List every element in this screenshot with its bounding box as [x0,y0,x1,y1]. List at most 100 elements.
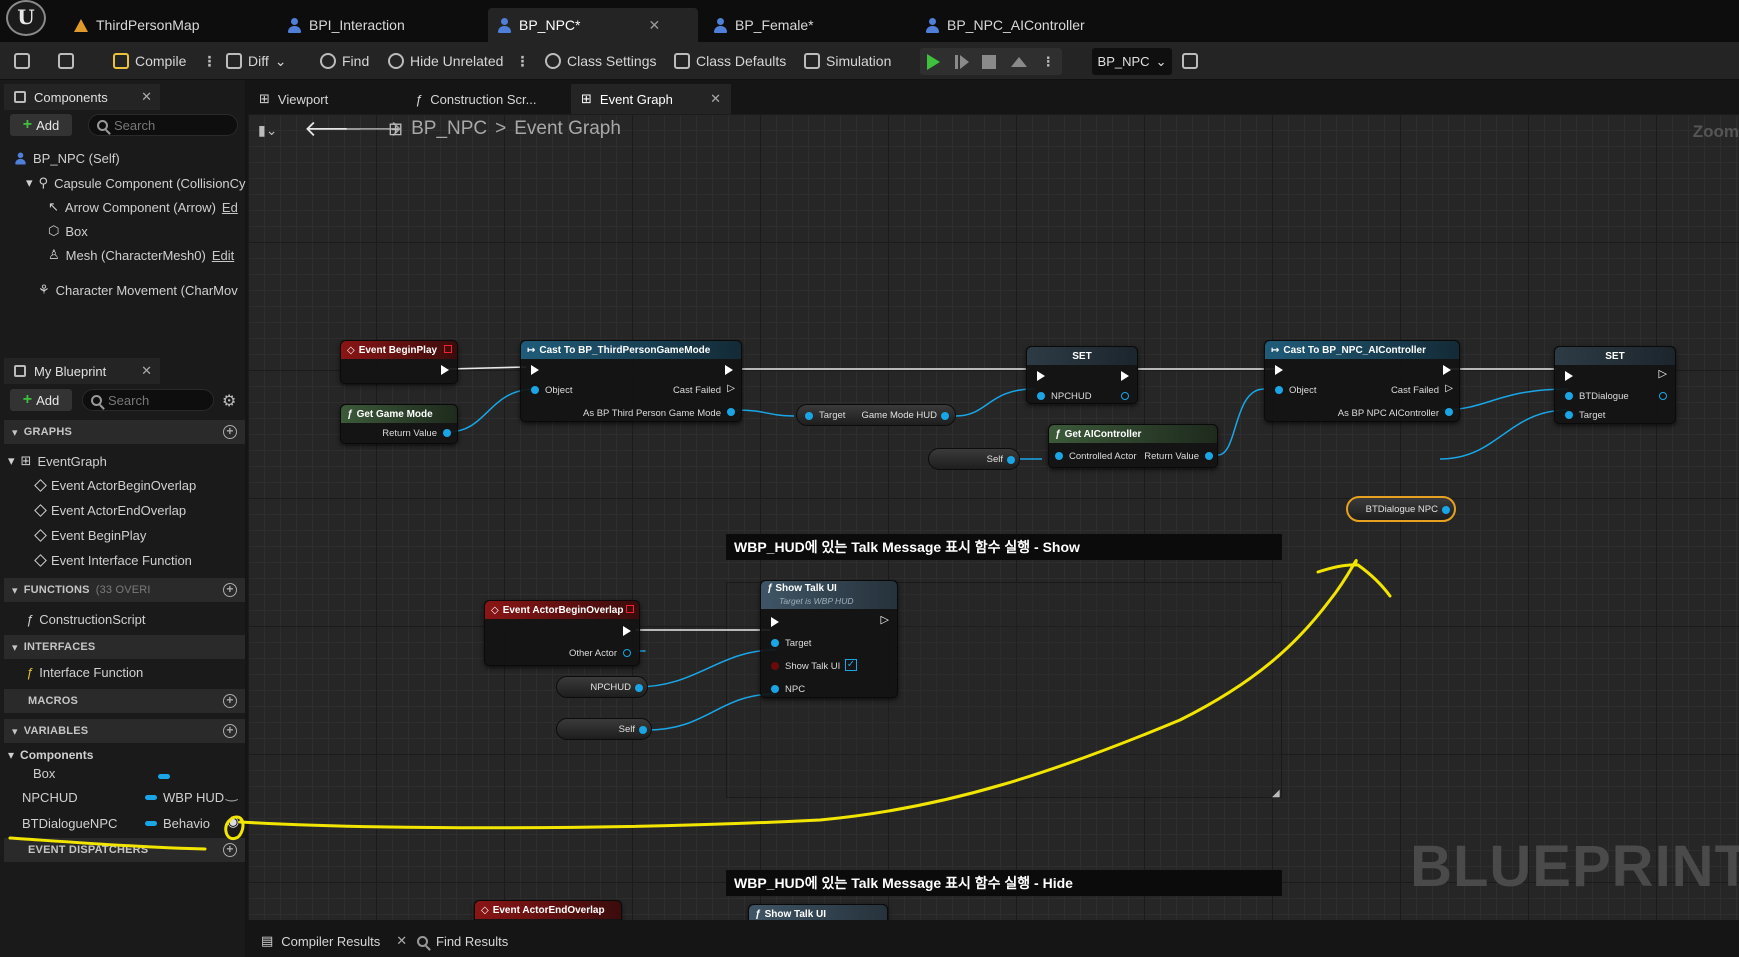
section-event-dispatchers[interactable]: EVENT DISPATCHERS + [4,838,245,862]
exec-out-pin[interactable]: ▷ [881,613,889,626]
event-graph-canvas[interactable]: ▮⌄ 🡐 🡒 ⊞ BP_NPC > Event Graph Zoom WBP_H… [248,114,1739,920]
object-pin[interactable] [531,386,539,394]
delegate-pin[interactable] [626,605,634,613]
exec-hollow-pin[interactable]: ▷ [727,383,735,394]
eject-icon[interactable] [1011,56,1028,67]
exec-out-pin[interactable] [441,365,449,375]
class-defaults-button[interactable]: Class Defaults [674,48,786,74]
exec-in-pin[interactable] [1037,371,1045,381]
return-value-pin[interactable] [443,429,451,437]
class-settings-button[interactable]: Class Settings [545,48,656,74]
tab-bp-npc-aicontroller[interactable]: BP_NPC_AIController [916,8,1095,42]
gear-icon[interactable]: ⚙ [222,391,236,411]
section-macros[interactable]: MACROS + [4,689,245,713]
add-function-icon[interactable]: + [223,583,237,597]
npchud-in-pin[interactable] [1037,392,1045,400]
interface-item[interactable]: ƒ Interface Function [26,665,143,680]
compile-button[interactable]: Compile ⋮ [113,48,216,74]
tab-compiler-results[interactable]: ▤ Compiler Results ✕ [251,925,417,957]
edit-link[interactable]: Ed [222,200,238,215]
section-graphs[interactable]: ▾ GRAPHS + [4,420,245,444]
graph-item-actor-begin-overlap[interactable]: Event ActorBeginOverlap [34,478,196,493]
component-character-movement[interactable]: ⚘ Character Movement (CharMov [38,282,238,298]
graph-item-eventgraph[interactable]: ▾ ⊞ EventGraph [8,453,107,469]
component-arrow[interactable]: ↖ Arrow Component (Arrow) Ed [48,199,238,215]
component-mesh[interactable]: ♙ Mesh (CharacterMesh0) Edit [48,247,234,263]
self-pin[interactable] [1007,456,1015,464]
more-options-icon[interactable]: ⋮ [515,53,529,70]
add-macro-icon[interactable]: + [223,694,237,708]
comment-header-hide[interactable]: WBP_HUD에 있는 Talk Message 표시 함수 실행 - Hide [726,870,1282,896]
browse-button[interactable] [58,48,74,74]
variable-group-components[interactable]: ▾ Components [8,748,93,762]
section-variables[interactable]: ▾ VARIABLES + [4,719,245,743]
components-search-input[interactable]: Search [88,114,238,136]
other-actor-pin[interactable] [623,649,631,657]
exec-in-pin[interactable] [1565,371,1573,381]
components-panel-tab[interactable]: Components ✕ [4,84,160,110]
node-event-actor-end-overlap[interactable]: ◇ Event ActorEndOverlap [474,900,622,920]
self-pin[interactable] [639,726,647,734]
simulation-button[interactable]: Simulation [804,48,891,74]
node-event-actor-begin-overlap[interactable]: ◇ Event ActorBeginOverlap Other Actor [484,600,640,666]
close-icon[interactable]: ✕ [396,933,407,949]
diff-button[interactable]: Diff ⌄ [226,48,286,74]
variable-box[interactable]: Box [33,766,55,781]
return-value-pin[interactable] [1205,452,1213,460]
eye-closed-icon[interactable]: ‿ [226,785,237,802]
node-cast-to-aicontroller[interactable]: ↦ Cast To BP_NPC_AIController Object Cas… [1264,340,1460,422]
exec-hollow-pin[interactable]: ▷ [1445,383,1453,394]
add-dispatcher-icon[interactable]: + [223,843,237,857]
checkbox-icon[interactable]: ✓ [845,659,857,671]
target-pin[interactable] [771,639,779,647]
exec-out-pin[interactable] [1443,365,1451,375]
bookmark-icon[interactable]: ▮⌄ [258,122,277,139]
my-blueprint-search-input[interactable]: Search [82,389,214,411]
npchud-pin[interactable] [635,684,643,692]
node-event-begin-play[interactable]: ◇ Event BeginPlay [340,340,458,384]
graph-item-begin-play[interactable]: Event BeginPlay [34,528,146,543]
tab-third-person-map[interactable]: ThirdPersonMap [64,8,210,42]
controlled-actor-pin[interactable] [1055,452,1063,460]
debug-object-select[interactable]: BP_NPC ⌄ [1092,48,1172,75]
exec-out-pin[interactable]: ▷ [1659,367,1667,380]
tab-viewport[interactable]: ⊞ Viewport [249,84,338,114]
npchud-out-pin[interactable] [1121,392,1129,400]
as-gamemode-pin[interactable] [727,408,735,416]
tab-bpi-interaction[interactable]: BPI_Interaction [278,8,415,42]
node-get-aicontroller[interactable]: ƒ Get AIController Controlled Actor Retu… [1048,424,1218,468]
section-functions[interactable]: ▾ FUNCTIONS (33 OVERI + [4,578,245,602]
exec-in-pin[interactable] [771,617,779,627]
tab-construction-script[interactable]: ƒ Construction Scr... [405,84,546,114]
variable-btdialoguenpc[interactable]: BTDialogueNPC [22,816,117,831]
node-get-npchud[interactable]: NPCHUD [556,676,648,698]
close-icon[interactable]: ✕ [141,363,152,379]
node-self-2[interactable]: Self [556,718,652,740]
delegate-pin[interactable] [444,345,452,353]
my-blueprint-panel-tab[interactable]: My Blueprint ✕ [4,358,160,384]
tab-bp-female[interactable]: BP_Female* [704,8,824,42]
add-component-button[interactable]: + Add [10,114,72,136]
step-icon[interactable] [954,54,969,69]
section-interfaces[interactable]: ▾ INTERFACES [4,635,245,659]
exec-out-pin[interactable] [623,626,631,636]
debug-browse-button[interactable] [1182,48,1198,74]
close-icon[interactable]: ✕ [710,91,721,107]
component-self[interactable]: BP_NPC (Self) [14,151,120,166]
add-variable-icon[interactable]: + [223,724,237,738]
as-aicontroller-pin[interactable] [1445,408,1453,416]
breadcrumb-root[interactable]: BP_NPC [411,118,487,140]
play-options-icon[interactable]: ⋮ [1042,54,1055,70]
unreal-logo-icon[interactable]: U [6,0,46,36]
target-pin[interactable] [805,412,813,420]
play-icon[interactable] [927,53,941,70]
npc-pin[interactable] [771,685,779,693]
resize-handle-icon[interactable]: ◢ [1272,788,1280,799]
node-set-npchud[interactable]: SET NPCHUD [1026,346,1138,404]
tab-event-graph[interactable]: ⊞ Event Graph ✕ [571,84,731,114]
node-show-talk-ui[interactable]: ƒ Show Talk UI Target is WBP HUD ▷ Targe… [760,580,898,698]
btdialogue-out-pin[interactable] [1659,392,1667,400]
node-self[interactable]: Self [928,448,1020,470]
object-pin[interactable] [1275,386,1283,394]
node-get-game-mode[interactable]: ƒ Get Game Mode Return Value [340,404,458,444]
